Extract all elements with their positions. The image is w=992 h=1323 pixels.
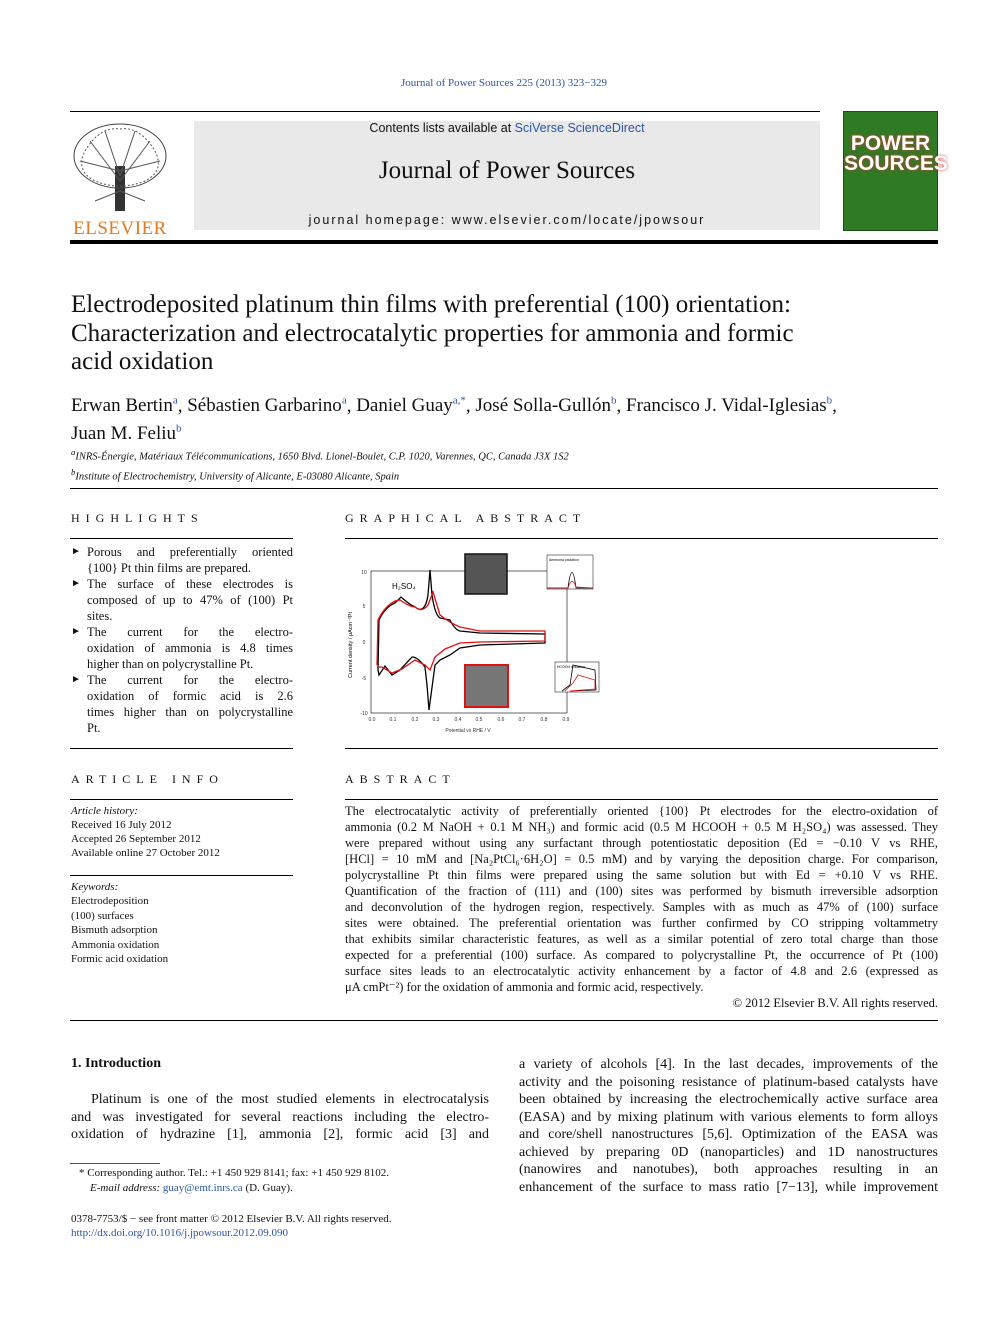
highlight-item: The current for the electro-oxidation of… xyxy=(71,672,293,736)
keywords: Keywords: Electrodeposition (100) surfac… xyxy=(71,881,169,966)
keyword: Ammonia oxidation xyxy=(71,938,160,951)
abstract-text: The electrocatalytic activity of prefere… xyxy=(345,804,938,1010)
x-tick: 0.3 xyxy=(433,717,440,723)
elsevier-wordmark: ELSEVIER xyxy=(73,218,167,239)
keyword: Electrodeposition xyxy=(71,895,149,908)
highlights-heading: HIGHLIGHTS xyxy=(71,511,204,525)
y-tick: -10 xyxy=(360,711,367,717)
x-axis-label: Potential vs RHE / V xyxy=(445,728,491,734)
journal-banner: Contents lists available at SciVerse Sci… xyxy=(194,121,820,230)
x-tick: 0.2 xyxy=(412,717,419,723)
black-cv-curve xyxy=(377,569,546,711)
red-cv-curve xyxy=(376,590,546,674)
online-date: Available online 27 October 2012 xyxy=(71,847,220,859)
sem-image-polycrystalline xyxy=(464,553,508,595)
journal-citation-link[interactable]: Journal of Power Sources 225 (2013) 323−… xyxy=(0,77,992,89)
affiliations: aINRS-Énergie, Matériaux Télécommunicati… xyxy=(71,445,569,484)
received-date: Received 16 July 2012 xyxy=(71,819,172,831)
highlights-list: Porous and preferentially oriented{100} … xyxy=(71,544,293,736)
article-info-heading: ARTICLE INFO xyxy=(71,772,224,786)
x-tick: 0.1 xyxy=(390,717,397,723)
y-tick: 5 xyxy=(363,604,366,610)
copyright: © 2012 Elsevier B.V. All rights reserved… xyxy=(732,996,938,1010)
author[interactable]: Daniel Guaya,* xyxy=(356,395,466,416)
elsevier-logo[interactable]: ELSEVIER xyxy=(70,121,170,239)
author[interactable]: Sébastien Garbarinoa xyxy=(187,395,346,416)
y-tick: -5 xyxy=(362,676,367,682)
x-tick: 0.7 xyxy=(519,717,526,723)
contents-prefix: Contents lists available at xyxy=(369,121,515,135)
highlight-item: The surface of these electrodes iscompos… xyxy=(71,576,293,624)
accepted-date: Accepted 26 September 2012 xyxy=(71,833,201,845)
keyword: Formic acid oxidation xyxy=(71,953,169,966)
intro-left-text: Platinum is one of the most studied elem… xyxy=(71,1092,489,1142)
abstract-heading: ABSTRACT xyxy=(345,772,456,786)
cover-title: POWER SOURCES xyxy=(844,132,948,175)
y-tick: 0 xyxy=(363,640,366,646)
journal-title: Journal of Power Sources xyxy=(378,157,636,184)
author[interactable]: José Solla-Gullónb xyxy=(475,395,616,416)
highlight-item: The current for the electro-oxidation of… xyxy=(71,624,293,672)
keyword: Bismuth adsorption xyxy=(71,924,158,937)
doi-link[interactable]: http://dx.doi.org/10.1016/j.jpowsour.201… xyxy=(71,1227,288,1239)
title-line: Electrodeposited platinum thin films wit… xyxy=(71,291,791,318)
x-tick: 0.8 xyxy=(541,717,548,723)
graphical-abstract-heading: GRAPHICAL ABSTRACT xyxy=(345,511,587,525)
author[interactable]: Francisco J. Vidal-Iglesiasb xyxy=(626,395,832,416)
keyword: (100) surfaces xyxy=(71,909,134,922)
journal-homepage[interactable]: journal homepage: www.elsevier.com/locat… xyxy=(194,213,820,227)
intro-right-text: a variety of alcohols [4]. In the last d… xyxy=(519,1057,938,1195)
author[interactable]: Erwan Bertina xyxy=(71,395,178,416)
corresponding-author: * Corresponding author. Tel.: +1 450 929… xyxy=(79,1167,389,1179)
article-history: Article history: Received 16 July 2012 A… xyxy=(71,805,220,859)
title-line: Characterization and electrocatalytic pr… xyxy=(71,319,794,347)
x-tick: 0.9 xyxy=(563,717,570,723)
y-tick: 10 xyxy=(361,570,367,576)
footnote: * Corresponding author. Tel.: +1 450 929… xyxy=(79,1167,389,1194)
email-link[interactable]: guay@emt.inrs.ca xyxy=(163,1182,243,1194)
issn: 0378-7753/$ − see front matter © 2012 El… xyxy=(71,1213,392,1225)
y-axis-label: Current density / μAcm⁻²Pt xyxy=(348,612,354,678)
sem-image-preferential xyxy=(464,664,509,708)
section-heading-introduction: 1. Introduction xyxy=(71,1056,161,1071)
x-tick: 0.0 xyxy=(369,717,376,723)
affiliation: bInstitute of Electrochemistry, Universi… xyxy=(71,466,400,483)
article-title: Electrodeposited platinum thin films wit… xyxy=(71,291,794,377)
footer: 0378-7753/$ − see front matter © 2012 El… xyxy=(71,1212,391,1240)
affiliation: aINRS-Énergie, Matériaux Télécommunicati… xyxy=(71,447,569,463)
highlight-item: Porous and preferentially oriented{100} … xyxy=(71,544,293,576)
author[interactable]: Juan M. Feliub xyxy=(71,422,182,443)
inset1-label: Ammonia oxidation xyxy=(549,558,579,562)
author-list: Erwan Bertina, Sébastien Garbarinoa, Dan… xyxy=(71,395,837,444)
x-tick: 0.4 xyxy=(455,717,462,723)
journal-cover[interactable]: POWER SOURCES xyxy=(843,111,948,231)
title-line: acid oxidation xyxy=(71,348,214,375)
sciencedirect-link[interactable]: SciVerse ScienceDirect xyxy=(515,121,645,135)
x-tick: 0.5 xyxy=(476,717,483,723)
electrolyte-label: H₂SO₄ xyxy=(392,582,416,591)
graphical-abstract-figure: 0.0 0.1 0.2 0.3 0.4 0.5 0.6 0.7 0.8 0.9 … xyxy=(348,553,600,734)
tree-logo-icon xyxy=(73,123,167,211)
x-tick: 0.6 xyxy=(498,717,505,723)
